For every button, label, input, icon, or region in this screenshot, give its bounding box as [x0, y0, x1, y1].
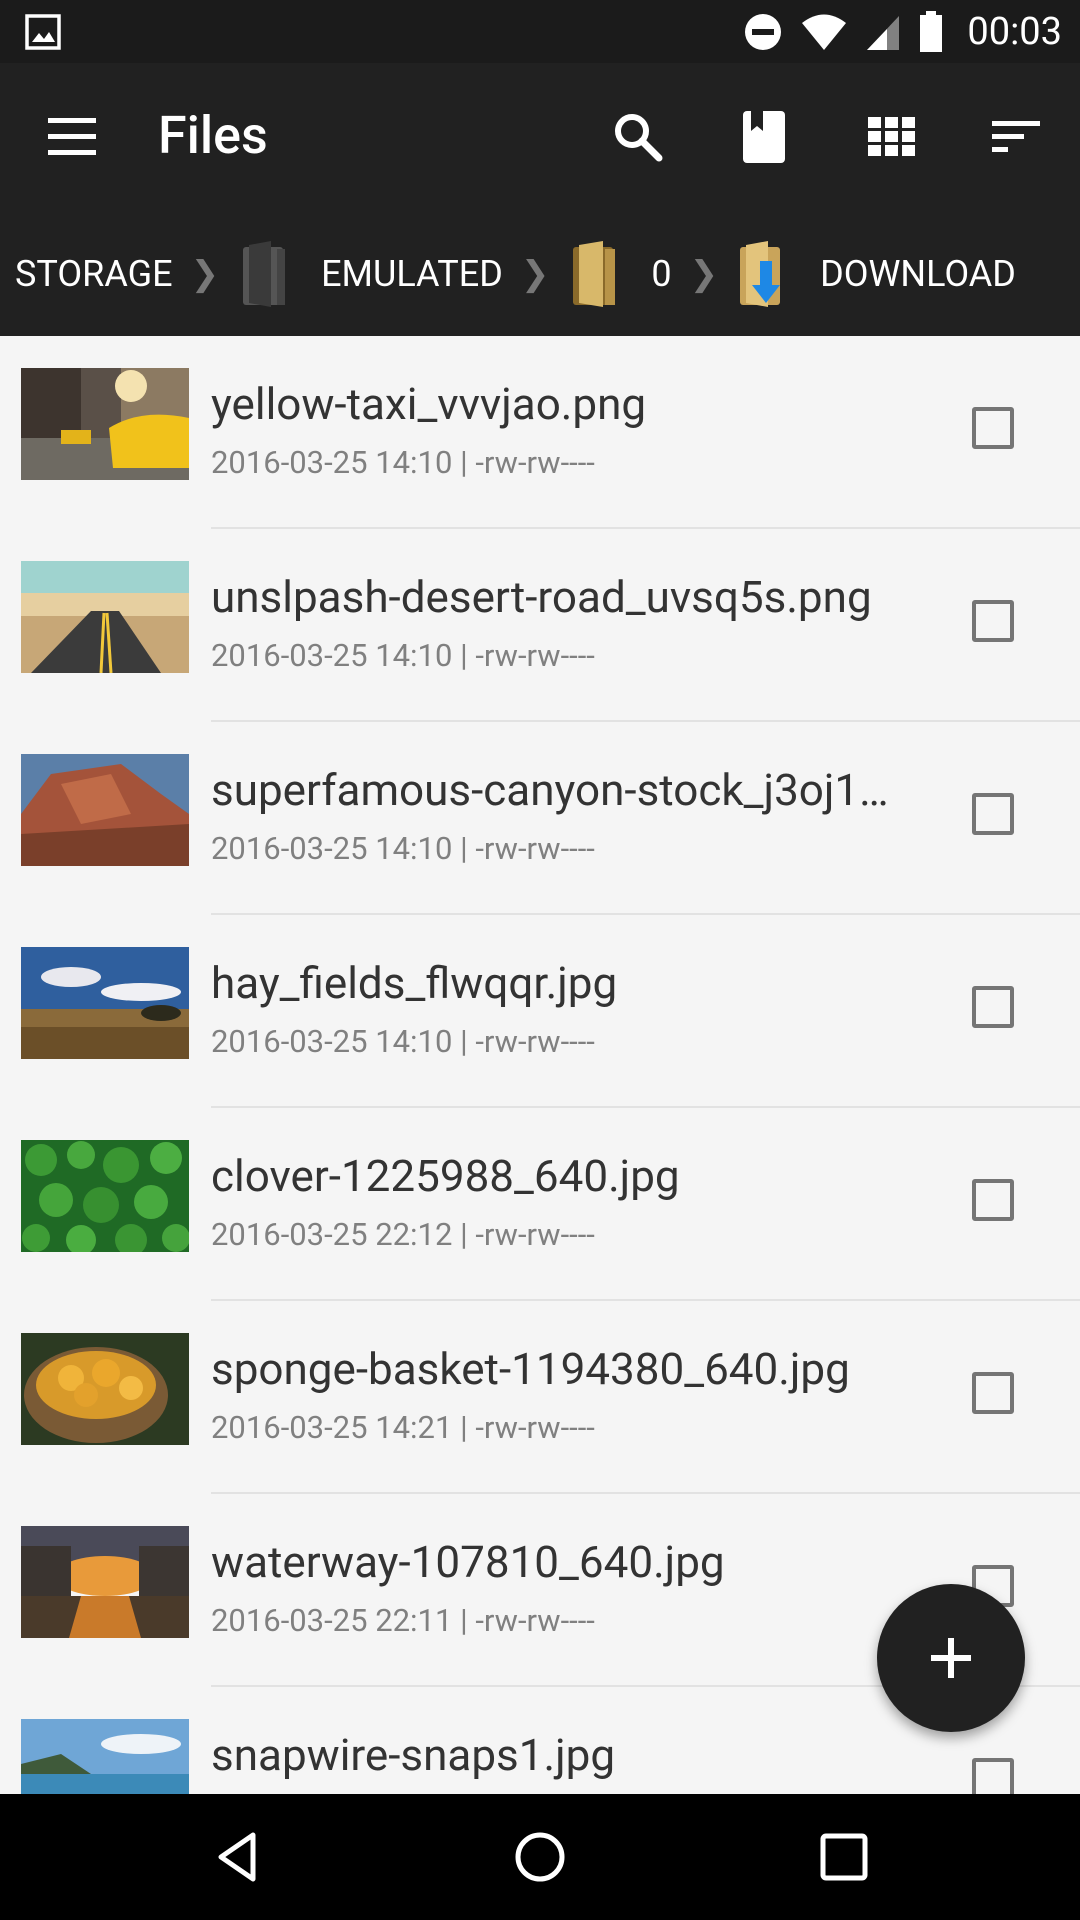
file-name: sponge-basket-1194380_640.jpg: [211, 1343, 850, 1395]
breadcrumb-label: EMULATED: [321, 252, 503, 295]
cell-signal-icon: [867, 15, 900, 50]
breadcrumb-label: STORAGE: [15, 252, 173, 295]
battery-icon: [920, 10, 943, 52]
select-checkbox[interactable]: [972, 1372, 1014, 1414]
select-checkbox[interactable]: [972, 986, 1014, 1028]
file-list: yellow-taxi_vvvjao.png 2016-03-25 14:10 …: [0, 336, 1080, 1794]
select-checkbox[interactable]: [972, 407, 1014, 449]
clock: 00:03: [967, 9, 1062, 54]
search-icon: [615, 114, 663, 162]
file-thumbnail: [21, 1719, 189, 1794]
image-notification-icon: [25, 14, 61, 50]
list-item[interactable]: yellow-taxi_vvvjao.png 2016-03-25 14:10 …: [0, 336, 1080, 529]
bookmarks-button[interactable]: [732, 105, 796, 169]
list-item[interactable]: unslpash-desert-road_uvsq5s.png 2016-03-…: [0, 529, 1080, 722]
chevron-right-icon: ❯: [190, 253, 220, 294]
file-meta: 2016-03-25 14:10 | -rw-rw----: [211, 1023, 595, 1060]
breadcrumb-item-0[interactable]: 0: [567, 239, 672, 309]
file-name: yellow-taxi_vvvjao.png: [211, 378, 647, 430]
breadcrumb-label: 0: [651, 252, 672, 295]
file-meta: 2016-03-25 22:11 | -rw-rw----: [211, 1602, 595, 1639]
chevron-right-icon: ❯: [689, 253, 719, 294]
download-folder-icon: [740, 240, 781, 307]
file-meta: 2016-03-25 14:10 | -rw-rw----: [211, 830, 595, 867]
search-button[interactable]: [606, 105, 670, 169]
sort-icon: [992, 121, 1040, 152]
bookmark-icon: [743, 111, 785, 163]
select-checkbox[interactable]: [972, 1758, 1014, 1794]
sort-button[interactable]: [984, 105, 1048, 169]
grid-view-button[interactable]: [860, 105, 924, 169]
file-meta: 2016-03-25 14:10 | -rw-rw----: [211, 637, 595, 674]
breadcrumb-item-emulated[interactable]: EMULATED: [237, 239, 503, 309]
file-thumbnail: [21, 561, 189, 673]
wifi-icon: [802, 14, 847, 50]
file-meta: 2016-03-25 14:10 | -rw-rw----: [211, 444, 595, 481]
file-name: snapwire-snaps1.jpg: [211, 1729, 616, 1781]
menu-icon[interactable]: [42, 110, 102, 164]
file-meta: 2016-03-25 22:12 | -rw-rw----: [211, 1216, 595, 1253]
breadcrumb-item-download[interactable]: DOWNLOAD: [736, 239, 1016, 309]
home-icon[interactable]: [510, 1827, 570, 1887]
recents-icon[interactable]: [814, 1827, 874, 1887]
breadcrumb-item-storage[interactable]: STORAGE: [15, 253, 173, 295]
list-item[interactable]: superfamous-canyon-stock_j3oj1… 2016-03-…: [0, 722, 1080, 915]
select-checkbox[interactable]: [972, 1179, 1014, 1221]
file-thumbnail: [21, 368, 189, 480]
file-name: hay_fields_flwqqr.jpg: [211, 957, 618, 1009]
breadcrumb: STORAGE ❯ EMULATED ❯ 0 ❯ DOWNLOAD: [0, 211, 1080, 336]
status-bar: 00:03: [0, 0, 1080, 63]
file-name: superfamous-canyon-stock_j3oj1…: [211, 764, 889, 816]
do-not-disturb-icon: [745, 13, 782, 50]
select-checkbox[interactable]: [972, 600, 1014, 642]
list-item[interactable]: sponge-basket-1194380_640.jpg 2016-03-25…: [0, 1301, 1080, 1494]
file-thumbnail: [21, 1140, 189, 1252]
plus-icon: [931, 1638, 971, 1678]
file-thumbnail: [21, 1526, 189, 1638]
app-toolbar: Files: [0, 63, 1080, 211]
file-name: unslpash-desert-road_uvsq5s.png: [211, 571, 872, 623]
list-item[interactable]: clover-1225988_640.jpg 2016-03-25 22:12 …: [0, 1108, 1080, 1301]
grid-view-icon: [868, 117, 915, 156]
system-nav-bar: [0, 1794, 1080, 1920]
folder-yellow-icon: [573, 240, 616, 307]
file-name: waterway-107810_640.jpg: [211, 1536, 725, 1588]
file-name: clover-1225988_640.jpg: [211, 1150, 680, 1202]
add-fab-button[interactable]: [877, 1584, 1025, 1732]
file-meta: 2016-03-25 14:21 | -rw-rw----: [211, 1409, 595, 1446]
list-item[interactable]: hay_fields_flwqqr.jpg 2016-03-25 14:10 |…: [0, 915, 1080, 1108]
page-title: Files: [158, 105, 268, 166]
file-thumbnail: [21, 754, 189, 866]
file-thumbnail: [21, 947, 189, 1059]
chevron-right-icon: ❯: [520, 253, 550, 294]
file-thumbnail: [21, 1333, 189, 1445]
select-checkbox[interactable]: [972, 793, 1014, 835]
breadcrumb-label: DOWNLOAD: [820, 252, 1016, 295]
folder-dark-icon: [243, 240, 286, 307]
back-icon[interactable]: [207, 1827, 267, 1887]
